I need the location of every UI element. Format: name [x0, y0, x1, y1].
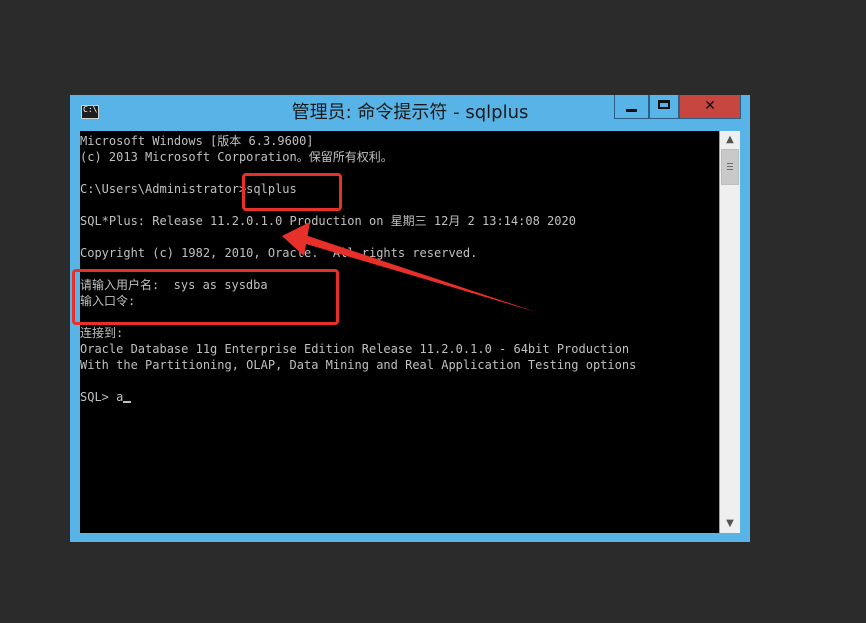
maximize-icon — [658, 100, 670, 109]
console-line: Copyright (c) 1982, 2010, Oracle. All ri… — [80, 246, 478, 260]
console-prompt-line[interactable]: SQL> a — [80, 389, 132, 405]
console-line: Microsoft Windows [版本 6.3.9600] — [80, 134, 314, 148]
minimize-icon — [626, 109, 637, 112]
grip-line — [727, 169, 733, 170]
close-button[interactable]: ✕ — [679, 95, 741, 119]
scrollbar-thumb[interactable] — [721, 149, 739, 185]
console-line: SQL*Plus: Release 11.2.0.1.0 Production … — [80, 214, 576, 228]
highlight-box-login — [72, 269, 339, 325]
highlight-box-sqlplus — [242, 173, 342, 211]
console-prompt: SQL> a — [80, 390, 124, 404]
vertical-scrollbar[interactable]: ▲ ▼ — [720, 131, 740, 533]
title-bar[interactable]: 管理员: 命令提示符 - sqlplus ✕ — [70, 95, 750, 131]
grip-line — [727, 163, 733, 164]
minimize-button[interactable] — [614, 95, 649, 119]
console-line: With the Partitioning, OLAP, Data Mining… — [80, 358, 637, 372]
maximize-button[interactable] — [649, 95, 679, 119]
console-line: 连接到: — [80, 326, 124, 340]
console-icon[interactable] — [81, 105, 99, 119]
scroll-down-button[interactable]: ▼ — [720, 515, 740, 533]
chevron-up-icon: ▲ — [726, 134, 734, 145]
chevron-down-icon: ▼ — [726, 518, 734, 529]
text-cursor — [123, 401, 132, 403]
console-line: (c) 2013 Microsoft Corporation。保留所有权利。 — [80, 150, 393, 164]
scroll-up-button[interactable]: ▲ — [720, 131, 740, 149]
console-line: Oracle Database 11g Enterprise Edition R… — [80, 342, 630, 356]
console-output[interactable]: Microsoft Windows [版本 6.3.9600] (c) 2013… — [80, 131, 719, 533]
grip-line — [727, 166, 733, 167]
close-icon: ✕ — [704, 98, 716, 114]
